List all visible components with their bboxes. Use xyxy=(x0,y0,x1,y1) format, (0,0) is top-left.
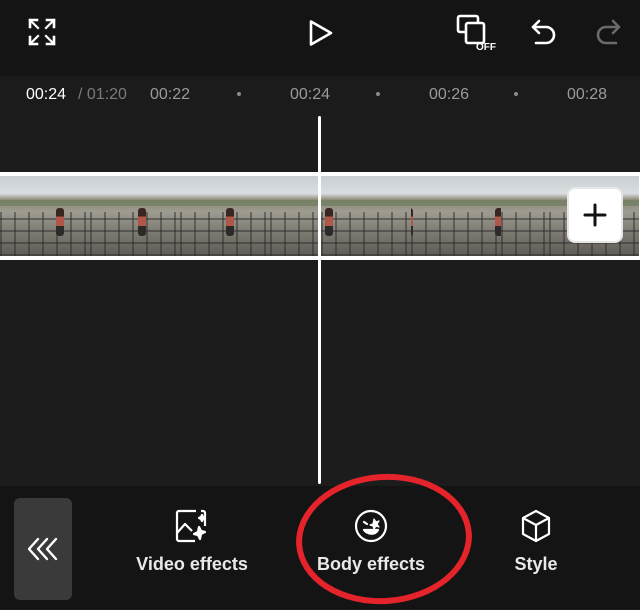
double-chevron-left-icon xyxy=(27,537,58,561)
ruler-tick: 00:26 xyxy=(429,86,470,103)
time-ruler[interactable]: 00:24 / 01:20 00:22 00:24 00:26 00:28 xyxy=(0,76,640,114)
ruler-dot xyxy=(237,92,241,96)
video-effects-icon xyxy=(175,509,207,543)
clip-thumbnail xyxy=(321,176,411,256)
add-clip-button[interactable] xyxy=(569,189,621,241)
total-time: / 01:20 xyxy=(78,86,127,103)
clip-thumbnail xyxy=(501,176,549,256)
body-effects-label: Body effects xyxy=(316,554,426,574)
top-bar: OFF xyxy=(0,0,640,76)
current-time: 00:24 xyxy=(26,86,67,103)
clip-thumbnail xyxy=(90,176,180,256)
collapse-toolbar-button[interactable] xyxy=(14,498,72,600)
body-effects-button[interactable]: Body effects xyxy=(312,508,430,575)
ruler-tick: 00:22 xyxy=(150,86,191,103)
playhead[interactable] xyxy=(318,116,321,484)
body-effects-icon xyxy=(354,509,388,543)
play-icon[interactable] xyxy=(302,14,340,52)
plus-icon xyxy=(583,203,607,227)
cube-icon xyxy=(521,509,551,543)
clip-thumbnail xyxy=(270,176,318,256)
keyframe-off-icon[interactable]: OFF xyxy=(450,12,498,54)
style-label: Style xyxy=(514,554,558,574)
ruler-tick: 00:24 xyxy=(290,86,331,103)
video-effects-button[interactable]: Video effects xyxy=(132,508,252,575)
video-effects-label: Video effects xyxy=(136,554,248,574)
undo-icon[interactable] xyxy=(526,14,562,50)
redo-icon[interactable] xyxy=(590,14,626,50)
fullscreen-icon[interactable] xyxy=(24,14,60,50)
style-button[interactable]: Style xyxy=(498,508,574,575)
ruler-tick: 00:28 xyxy=(567,86,608,103)
clip-thumbnail xyxy=(411,176,501,256)
clip-thumbnail xyxy=(0,176,90,256)
ruler-dot xyxy=(514,92,518,96)
clip-thumbnail xyxy=(180,176,270,256)
keyframe-off-badge: OFF xyxy=(476,42,496,53)
ruler-dot xyxy=(376,92,380,96)
